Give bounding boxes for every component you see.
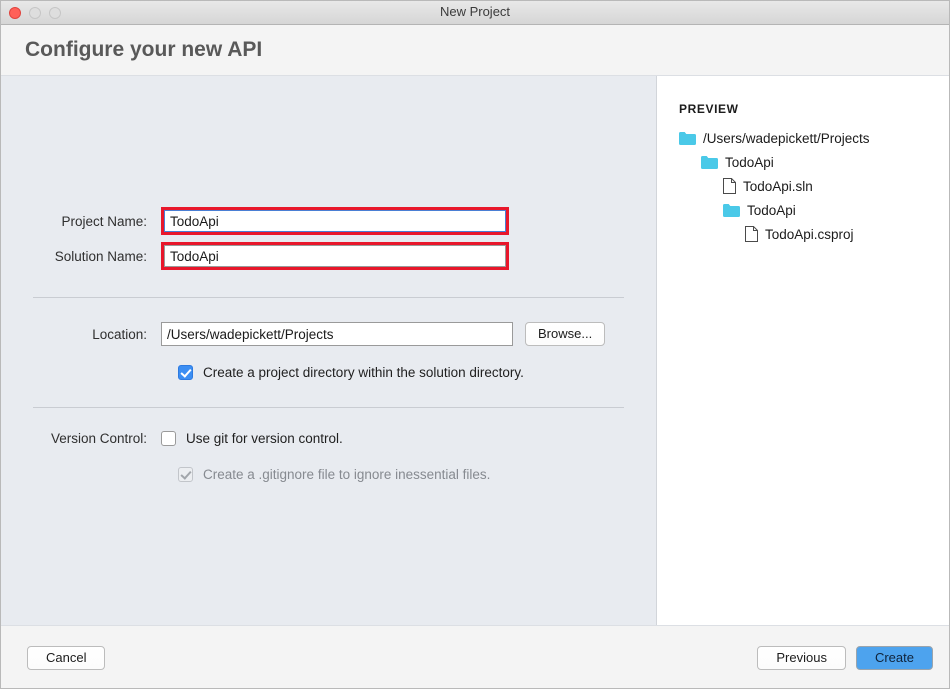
- project-directory-checkbox[interactable]: [178, 365, 193, 380]
- folder-icon: [701, 156, 718, 169]
- preview-tree-label: TodoApi.csproj: [765, 227, 854, 242]
- version-control-row[interactable]: Version Control: Use git for version con…: [15, 431, 343, 446]
- window-title: New Project: [1, 4, 949, 19]
- page-title: Configure your new API: [25, 38, 262, 62]
- project-name-highlight: [161, 207, 509, 235]
- gitignore-checkbox-label: Create a .gitignore file to ignore iness…: [203, 467, 490, 482]
- preview-tree-label: TodoApi: [747, 203, 796, 218]
- project-directory-checkbox-row[interactable]: Create a project directory within the so…: [178, 365, 524, 380]
- solution-name-label: Solution Name:: [15, 249, 161, 264]
- separator-2: [33, 407, 624, 408]
- preview-pane: PREVIEW /Users/wadepickett/Projects TodoA…: [657, 76, 949, 625]
- file-icon: [745, 226, 758, 242]
- folder-icon: [679, 132, 696, 145]
- solution-name-input[interactable]: [164, 245, 506, 267]
- title-bar: New Project: [1, 1, 949, 25]
- page-header: Configure your new API: [1, 25, 949, 76]
- separator-1: [33, 297, 624, 298]
- project-directory-checkbox-label: Create a project directory within the so…: [203, 365, 524, 380]
- project-name-label: Project Name:: [15, 214, 161, 229]
- location-input[interactable]: [161, 322, 513, 346]
- create-button[interactable]: Create: [856, 646, 933, 670]
- file-icon: [723, 178, 736, 194]
- solution-name-row: Solution Name:: [15, 242, 509, 270]
- preview-tree-label: TodoApi: [725, 155, 774, 170]
- preview-tree-row: /Users/wadepickett/Projects: [679, 126, 949, 150]
- preview-tree-row: TodoApi.sln: [679, 174, 949, 198]
- folder-icon: [723, 204, 740, 217]
- gitignore-checkbox: [178, 467, 193, 482]
- configuration-pane: Project Name: Solution Name: Location: B…: [1, 76, 657, 625]
- preview-tree-label: /Users/wadepickett/Projects: [703, 131, 870, 146]
- preview-tree-label: TodoApi.sln: [743, 179, 813, 194]
- previous-button[interactable]: Previous: [757, 646, 846, 670]
- preview-tree: /Users/wadepickett/Projects TodoApi TodoAp…: [679, 126, 949, 246]
- version-control-label: Version Control:: [15, 431, 161, 446]
- project-name-row: Project Name:: [15, 207, 509, 235]
- preview-tree-row: TodoApi.csproj: [679, 222, 949, 246]
- use-git-checkbox-label: Use git for version control.: [186, 431, 343, 446]
- preview-tree-row: TodoApi: [679, 150, 949, 174]
- project-name-input[interactable]: [164, 210, 506, 232]
- use-git-checkbox[interactable]: [161, 431, 176, 446]
- preview-title: PREVIEW: [679, 102, 949, 116]
- preview-tree-row: TodoApi: [679, 198, 949, 222]
- dialog-footer: Cancel Previous Create: [1, 625, 949, 689]
- location-row: Location: Browse...: [15, 322, 605, 346]
- cancel-button[interactable]: Cancel: [27, 646, 105, 670]
- gitignore-row: Create a .gitignore file to ignore iness…: [178, 467, 490, 482]
- dialog-body: Project Name: Solution Name: Location: B…: [1, 76, 949, 625]
- browse-button[interactable]: Browse...: [525, 322, 605, 346]
- solution-name-highlight: [161, 242, 509, 270]
- location-label: Location:: [15, 327, 161, 342]
- new-project-dialog: New Project Configure your new API Proje…: [0, 0, 950, 689]
